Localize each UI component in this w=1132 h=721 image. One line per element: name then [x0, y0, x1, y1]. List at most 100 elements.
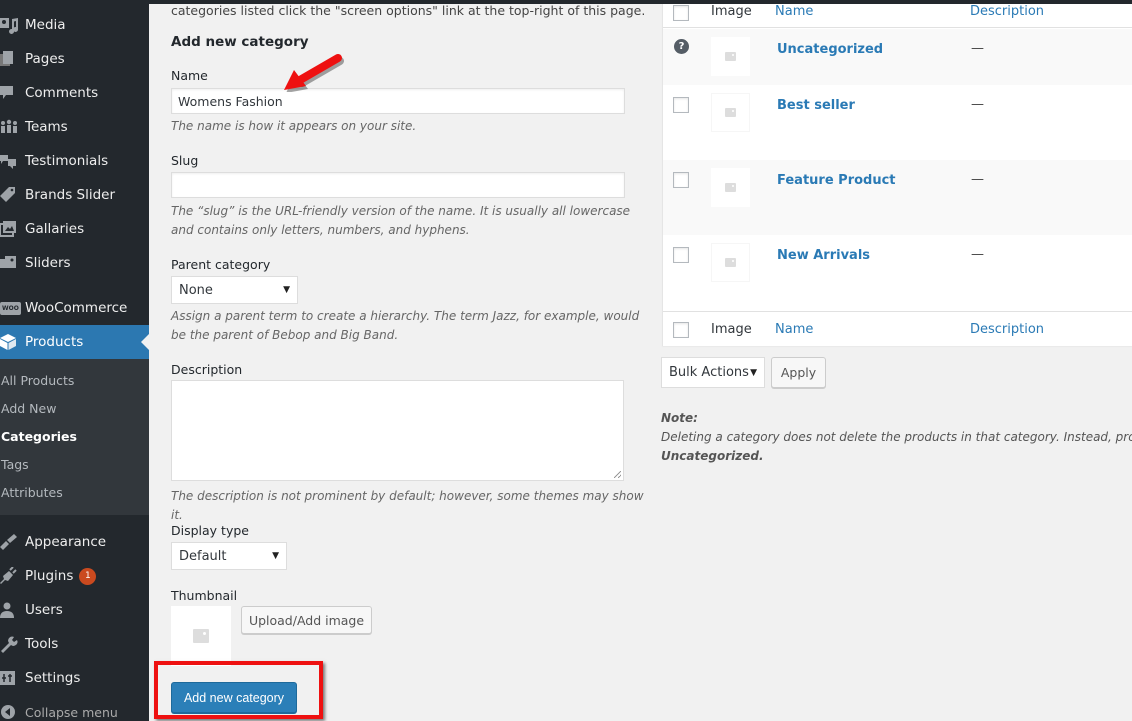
sidebar-item-testimonials[interactable]: Testimonials — [0, 144, 149, 178]
woocommerce-icon: WOO — [0, 291, 25, 325]
add-new-category-button[interactable]: Add new category — [171, 682, 297, 713]
sidebar-item-label: Plugins — [25, 568, 74, 584]
description-hint: The description is not prominent by defa… — [171, 489, 644, 522]
image-placeholder-icon — [725, 258, 736, 267]
resize-handle[interactable] — [614, 471, 621, 478]
collapse-menu-button[interactable]: Collapse menu — [0, 695, 149, 721]
pages-icon — [0, 42, 25, 76]
sidebar-item-products[interactable]: Products — [0, 325, 149, 359]
display-type-label: Display type — [171, 523, 249, 538]
table-row: Best seller — — [663, 85, 1132, 160]
sidebar-item-plugins[interactable]: Plugins 1 — [0, 559, 149, 593]
admin-sidebar: Media Pages Comments Teams Testimonials … — [0, 0, 149, 721]
column-description-sort[interactable]: Description — [970, 4, 1044, 19]
image-placeholder-icon — [725, 108, 736, 117]
sidebar-item-gallaries[interactable]: Gallaries — [0, 212, 149, 246]
column-image: Image — [711, 4, 752, 19]
apply-button[interactable]: Apply — [771, 357, 826, 388]
categories-table: Image Name Description ? Uncategorized —… — [662, 4, 1132, 346]
row-checkbox[interactable] — [673, 247, 689, 263]
upload-image-button[interactable]: Upload/Add image — [241, 606, 372, 634]
submenu-all-products[interactable]: All Products — [1, 373, 74, 388]
display-type-select[interactable]: Default ▼ — [171, 542, 287, 570]
sidebar-item-settings[interactable]: Settings — [0, 661, 149, 695]
annotation-arrow — [284, 54, 344, 92]
sidebar-item-label: Brands Slider — [25, 187, 116, 203]
description-textarea[interactable] — [171, 380, 624, 481]
row-checkbox[interactable] — [673, 97, 689, 113]
sidebar-item-pages[interactable]: Pages — [0, 42, 149, 76]
sidebar-item-tools[interactable]: Tools — [0, 627, 149, 661]
chevron-down-icon: ▼ — [272, 551, 279, 561]
category-description: — — [971, 172, 984, 187]
appearance-icon — [0, 525, 25, 559]
slug-label: Slug — [171, 153, 199, 168]
gallery-icon — [0, 212, 25, 246]
category-name-link[interactable]: Uncategorized — [777, 42, 883, 57]
slug-field[interactable] — [171, 172, 625, 198]
submenu-attributes[interactable]: Attributes — [1, 485, 63, 500]
sidebar-item-label: Pages — [25, 51, 65, 67]
thumbnail-label: Thumbnail — [171, 588, 238, 603]
submenu-add-new[interactable]: Add New — [1, 401, 56, 416]
category-name-link[interactable]: Best seller — [777, 98, 855, 113]
display-type-value: Default — [179, 548, 227, 564]
sidebar-item-woocommerce[interactable]: WOO WooCommerce — [0, 291, 149, 325]
collapse-icon — [0, 695, 25, 721]
column-name-sort[interactable]: Name — [775, 322, 813, 337]
category-thumbnail — [711, 37, 750, 76]
submenu-tags[interactable]: Tags — [1, 457, 29, 472]
chevron-down-icon: ▼ — [283, 285, 290, 295]
select-all-checkbox-footer[interactable] — [673, 322, 689, 338]
sidebar-item-label: Testimonials — [25, 153, 109, 169]
sidebar-item-label: WooCommerce — [25, 300, 128, 316]
sidebar-item-comments[interactable]: Comments — [0, 76, 149, 110]
users-icon — [0, 593, 25, 627]
sidebar-item-brands-slider[interactable]: Brands Slider — [0, 178, 149, 212]
bulk-actions-select[interactable]: Bulk Actions ▼ — [661, 357, 765, 388]
help-icon[interactable]: ? — [674, 39, 689, 54]
sidebar-item-media[interactable]: Media — [0, 8, 149, 42]
row-checkbox[interactable] — [673, 172, 689, 188]
image-placeholder-icon — [725, 52, 736, 61]
sidebar-item-label: Sliders — [25, 255, 71, 271]
sidebar-item-sliders[interactable]: Sliders — [0, 246, 149, 280]
category-description: — — [971, 97, 984, 112]
sidebar-item-users[interactable]: Users — [0, 593, 149, 627]
description-label: Description — [171, 362, 243, 377]
thumbnail-preview — [171, 606, 231, 666]
sidebar-item-label: Appearance — [25, 534, 107, 550]
sidebar-item-appearance[interactable]: Appearance — [0, 525, 149, 559]
tag-icon — [0, 178, 25, 212]
parent-category-value: None — [179, 282, 213, 298]
sidebar-item-label: Comments — [25, 85, 99, 101]
parent-category-select[interactable]: None ▼ — [171, 276, 298, 304]
products-icon — [0, 325, 25, 359]
column-name-sort[interactable]: Name — [775, 4, 813, 19]
category-description: — — [971, 41, 984, 56]
image-placeholder-icon — [725, 183, 736, 192]
settings-icon — [0, 661, 25, 695]
table-row: Feature Product — — [663, 160, 1132, 235]
update-count-badge: 1 — [79, 567, 97, 585]
submenu-categories[interactable]: Categories — [1, 429, 77, 444]
sidebar-item-label: Teams — [25, 119, 68, 135]
table-header: Image Name Description — [663, 4, 1132, 28]
collapse-menu-label: Collapse menu — [25, 704, 118, 720]
table-row: New Arrivals — — [663, 235, 1132, 311]
column-description-sort[interactable]: Description — [970, 322, 1044, 337]
category-thumbnail — [711, 243, 750, 282]
note-title: Note: — [661, 411, 698, 425]
sidebar-item-label: Gallaries — [25, 221, 85, 237]
media-icon — [0, 8, 25, 42]
parent-category-label: Parent category — [171, 257, 271, 272]
teams-icon — [0, 110, 25, 144]
sidebar-item-teams[interactable]: Teams — [0, 110, 149, 144]
sliders-icon — [0, 246, 25, 280]
category-name-link[interactable]: Feature Product — [777, 173, 896, 188]
name-field[interactable] — [171, 88, 625, 114]
select-all-checkbox[interactable] — [673, 5, 689, 21]
parent-category-hint: Assign a parent term to create a hierarc… — [171, 309, 640, 342]
category-name-link[interactable]: New Arrivals — [777, 248, 870, 263]
comments-icon — [0, 76, 25, 110]
